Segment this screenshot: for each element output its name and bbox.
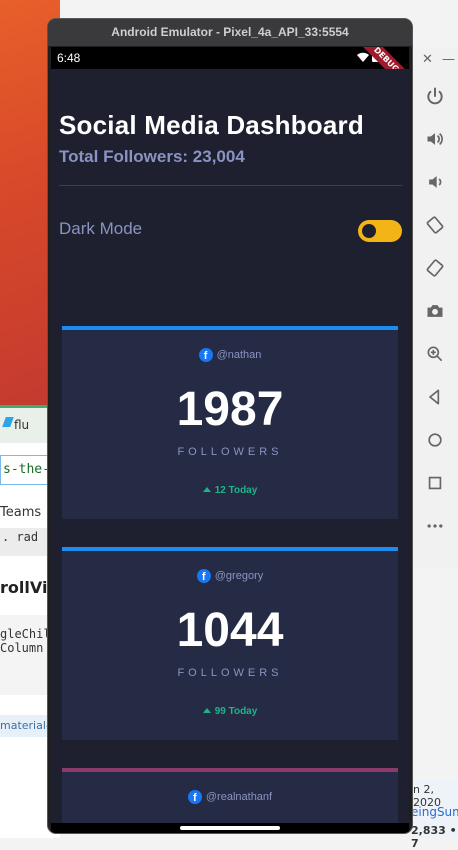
background-code-line: gleChil xyxy=(0,627,51,641)
follower-card: f @realnathanf xyxy=(62,768,398,823)
dark-mode-toggle[interactable] xyxy=(358,220,402,242)
rotate-left-icon[interactable] xyxy=(412,203,458,246)
phone-screen: 6:48 DEBUG Social Media Dashboard Total … xyxy=(51,47,409,823)
card-handle: f @gregory xyxy=(62,569,398,583)
today-text: 12 Today xyxy=(214,485,258,496)
minimize-icon[interactable]: — xyxy=(442,52,455,67)
vscode-tab[interactable]: flu xyxy=(0,405,50,443)
card-accent-bar xyxy=(62,326,398,330)
today-change: 12 Today xyxy=(62,485,398,496)
card-accent-bar xyxy=(62,768,398,772)
background-code-strip: . rad xyxy=(0,528,55,556)
card-handle: f @nathan xyxy=(62,348,398,362)
today-change: 99 Today xyxy=(62,706,398,717)
flutter-logo-icon xyxy=(2,417,14,427)
facebook-icon: f xyxy=(196,569,211,583)
overview-icon[interactable] xyxy=(412,461,458,504)
background-link[interactable]: eingSum xyxy=(411,805,458,819)
back-icon[interactable] xyxy=(412,375,458,418)
status-time: 6:48 xyxy=(57,51,81,65)
card-handle-text: @gregory xyxy=(214,570,264,582)
toolbar-window-controls: ✕ — xyxy=(412,48,458,74)
rotate-right-icon[interactable] xyxy=(412,246,458,289)
vscode-tab-label: flu xyxy=(14,418,30,432)
dashboard: Social Media Dashboard Total Followers: … xyxy=(51,69,409,823)
up-arrow-icon xyxy=(202,487,211,492)
dark-mode-label: Dark Mode xyxy=(59,219,143,238)
background-code-box: gleChil Column xyxy=(0,615,55,695)
home-icon[interactable] xyxy=(412,418,458,461)
background-path-text: s-the-d xyxy=(0,455,50,485)
gesture-nav-bar xyxy=(51,823,409,833)
divider xyxy=(59,185,402,186)
follower-count: 1987 xyxy=(176,383,284,436)
volume-up-icon[interactable] xyxy=(412,117,458,160)
page-title: Social Media Dashboard xyxy=(59,110,364,140)
emulator-window: Android Emulator - Pixel_4a_API_33:5554 … xyxy=(48,19,412,833)
follower-card: f @nathan 1987 FOLLOWERS 12 Today xyxy=(62,326,398,519)
background-tag[interactable]: material- xyxy=(0,715,48,737)
status-bar: 6:48 DEBUG xyxy=(51,47,409,97)
facebook-icon: f xyxy=(187,790,202,804)
zoom-icon[interactable] xyxy=(412,332,458,375)
up-arrow-icon xyxy=(202,708,211,713)
power-icon[interactable] xyxy=(412,74,458,117)
more-icon[interactable] xyxy=(412,504,458,547)
camera-icon[interactable] xyxy=(412,289,458,332)
wifi-icon xyxy=(357,52,369,62)
emulator-title: Android Emulator - Pixel_4a_API_33:5554 xyxy=(111,25,349,39)
background-count: 2,833 • 7 xyxy=(411,824,457,850)
card-accent-bar xyxy=(62,547,398,551)
toggle-knob xyxy=(362,224,376,238)
followers-label: FOLLOWERS xyxy=(177,667,283,679)
close-icon[interactable]: ✕ xyxy=(422,52,433,67)
today-text: 99 Today xyxy=(214,706,258,717)
emulator-toolbar: ✕ — xyxy=(411,48,458,568)
total-followers: Total Followers: 23,004 xyxy=(59,147,245,166)
follower-card: f @gregory 1044 FOLLOWERS 99 Today xyxy=(62,547,398,740)
followers-label: FOLLOWERS xyxy=(177,446,283,458)
follower-count: 1044 xyxy=(176,604,284,657)
card-handle-text: @realnathanf xyxy=(205,791,273,803)
volume-down-icon[interactable] xyxy=(412,160,458,203)
card-handle-text: @nathan xyxy=(216,349,262,361)
background-teams-text: Teams xyxy=(0,505,42,520)
home-gesture-pill[interactable] xyxy=(180,826,280,830)
card-handle: f @realnathanf xyxy=(62,790,398,804)
facebook-icon: f xyxy=(198,348,213,362)
background-code-line: Column xyxy=(0,641,44,655)
emulator-titlebar[interactable]: Android Emulator - Pixel_4a_API_33:5554 xyxy=(48,19,412,46)
